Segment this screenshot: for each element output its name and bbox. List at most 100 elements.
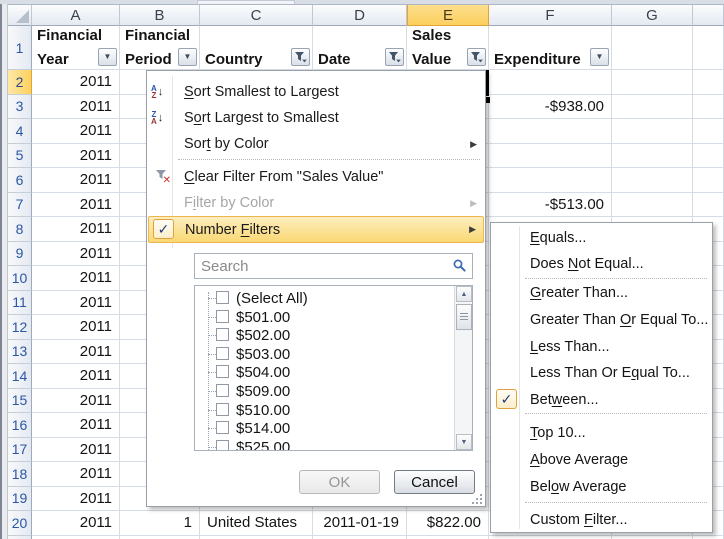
cell-B20[interactable]: 1	[120, 511, 200, 536]
header-cell-financial-period[interactable]: Financial Period ▼	[120, 26, 200, 70]
cell-A20[interactable]: 2011	[32, 511, 120, 536]
row-header-2[interactable]: 2	[8, 70, 32, 95]
row-header-14[interactable]: 14	[8, 364, 32, 389]
row-header-15[interactable]: 15	[8, 389, 32, 414]
submenu-item-less-than-or-equal-to[interactable]: Less Than Or Equal To...	[492, 360, 711, 386]
cell-Bpartial[interactable]	[120, 536, 200, 539]
list-item--510-00[interactable]: $510.00	[195, 401, 472, 420]
checkbox[interactable]	[216, 403, 229, 416]
header-cell-date[interactable]: Date	[313, 26, 407, 70]
row-header-12[interactable]: 12	[8, 315, 32, 340]
checkbox[interactable]	[216, 328, 229, 341]
cell-A13[interactable]: 2011	[32, 340, 120, 365]
cell-G3[interactable]	[612, 95, 693, 120]
resize-grip[interactable]	[468, 492, 482, 504]
list-item--select-all-[interactable]: (Select All)	[195, 289, 472, 308]
select-all-corner[interactable]	[8, 5, 32, 26]
row-header-8[interactable]: 8	[8, 217, 32, 242]
column-header-B[interactable]: B	[120, 5, 200, 26]
cell-Epartial[interactable]	[407, 536, 489, 539]
cell-G5[interactable]	[612, 144, 693, 169]
checkbox[interactable]	[216, 384, 229, 397]
cell-H1[interactable]	[693, 26, 724, 70]
header-cell-expenditure[interactable]: Expenditure ▼	[489, 26, 612, 70]
filter-button-financial-year[interactable]: ▼	[98, 48, 117, 66]
cell-F4[interactable]	[489, 119, 612, 144]
menu-item-sort-largest-to-smallest[interactable]: ZA↓ Sort Largest to Smallest	[148, 105, 484, 131]
cell-H4[interactable]	[693, 119, 724, 144]
cell-A9[interactable]: 2011	[32, 242, 120, 267]
filter-button-date[interactable]	[385, 48, 404, 66]
cell-F3[interactable]: -$938.00	[489, 95, 612, 120]
column-header-G[interactable]: G	[612, 5, 693, 26]
submenu-item-above-average[interactable]: Above Average	[492, 447, 711, 473]
list-item--525-00[interactable]: $525.00	[195, 438, 472, 451]
menu-item-number-filters[interactable]: ✓ Number Filters ▶	[148, 216, 484, 243]
cell-Hpartial[interactable]	[693, 536, 724, 539]
header-cell-country[interactable]: Country	[200, 26, 313, 70]
submenu-item-less-than[interactable]: Less Than...	[492, 334, 711, 360]
column-header-A[interactable]: A	[32, 5, 120, 26]
row-header-partial[interactable]	[8, 536, 32, 539]
checkbox[interactable]	[216, 440, 229, 451]
cell-A8[interactable]: 2011	[32, 217, 120, 242]
submenu-item-greater-than[interactable]: Greater Than...	[492, 280, 711, 306]
cell-A17[interactable]: 2011	[32, 438, 120, 463]
cell-A11[interactable]: 2011	[32, 291, 120, 316]
submenu-item-does-not-equal[interactable]: Does Not Equal...	[492, 251, 711, 277]
cell-Gpartial[interactable]	[612, 536, 693, 539]
list-item--501-00[interactable]: $501.00	[195, 308, 472, 327]
column-header-H-partial[interactable]	[693, 5, 724, 26]
column-header-E[interactable]: E	[407, 5, 489, 26]
cell-Apartial[interactable]	[32, 536, 120, 539]
scroll-down-icon[interactable]: ▼	[456, 434, 472, 450]
checkbox[interactable]	[216, 365, 229, 378]
list-item--503-00[interactable]: $503.00	[195, 345, 472, 364]
cell-A6[interactable]: 2011	[32, 168, 120, 193]
filter-button-expenditure[interactable]: ▼	[590, 48, 609, 66]
cell-H7[interactable]	[693, 193, 724, 218]
row-header-5[interactable]: 5	[8, 144, 32, 169]
list-item--509-00[interactable]: $509.00	[195, 382, 472, 401]
cell-A19[interactable]: 2011	[32, 487, 120, 512]
cell-C20[interactable]: United States	[200, 511, 313, 536]
list-scrollbar[interactable]: ▲ ▼	[454, 286, 472, 450]
filter-button-financial-period[interactable]: ▼	[178, 48, 197, 66]
checkbox[interactable]	[216, 310, 229, 323]
list-item--502-00[interactable]: $502.00	[195, 326, 472, 345]
search-icon[interactable]	[453, 259, 466, 272]
menu-item-sort-by-color[interactable]: Sort by Color ▶	[148, 131, 484, 157]
cell-G4[interactable]	[612, 119, 693, 144]
cell-H2[interactable]	[693, 70, 724, 95]
submenu-item-equals[interactable]: Equals...	[492, 225, 711, 251]
checkbox[interactable]	[216, 291, 229, 304]
row-header-13[interactable]: 13	[8, 340, 32, 365]
cell-G2[interactable]	[612, 70, 693, 95]
cell-A7[interactable]: 2011	[32, 193, 120, 218]
cell-G1[interactable]	[612, 26, 693, 70]
cell-A14[interactable]: 2011	[32, 364, 120, 389]
row-header-18[interactable]: 18	[8, 462, 32, 487]
submenu-item-greater-than-or-equal-to[interactable]: Greater Than Or Equal To...	[492, 307, 711, 333]
filter-button-country[interactable]	[291, 48, 310, 66]
column-header-D[interactable]: D	[313, 5, 407, 26]
row-header-17[interactable]: 17	[8, 438, 32, 463]
cell-Cpartial[interactable]	[200, 536, 313, 539]
cancel-button[interactable]: Cancel	[394, 470, 475, 494]
list-item--504-00[interactable]: $504.00	[195, 363, 472, 382]
scroll-thumb[interactable]	[456, 304, 472, 330]
row-header-10[interactable]: 10	[8, 266, 32, 291]
header-cell-sales-value[interactable]: Sales Value	[407, 26, 489, 70]
column-header-F[interactable]: F	[489, 5, 612, 26]
row-header-4[interactable]: 4	[8, 119, 32, 144]
cell-A18[interactable]: 2011	[32, 462, 120, 487]
cell-Dpartial[interactable]	[313, 536, 407, 539]
cell-D20[interactable]: 2011-01-19	[313, 511, 407, 536]
submenu-item-between[interactable]: ✓ Between...	[492, 387, 711, 413]
column-header-C[interactable]: C	[200, 5, 313, 26]
row-header-7[interactable]: 7	[8, 193, 32, 218]
cell-F6[interactable]	[489, 168, 612, 193]
cell-H3[interactable]	[693, 95, 724, 120]
row-header-20[interactable]: 20	[8, 511, 32, 536]
cell-F5[interactable]	[489, 144, 612, 169]
